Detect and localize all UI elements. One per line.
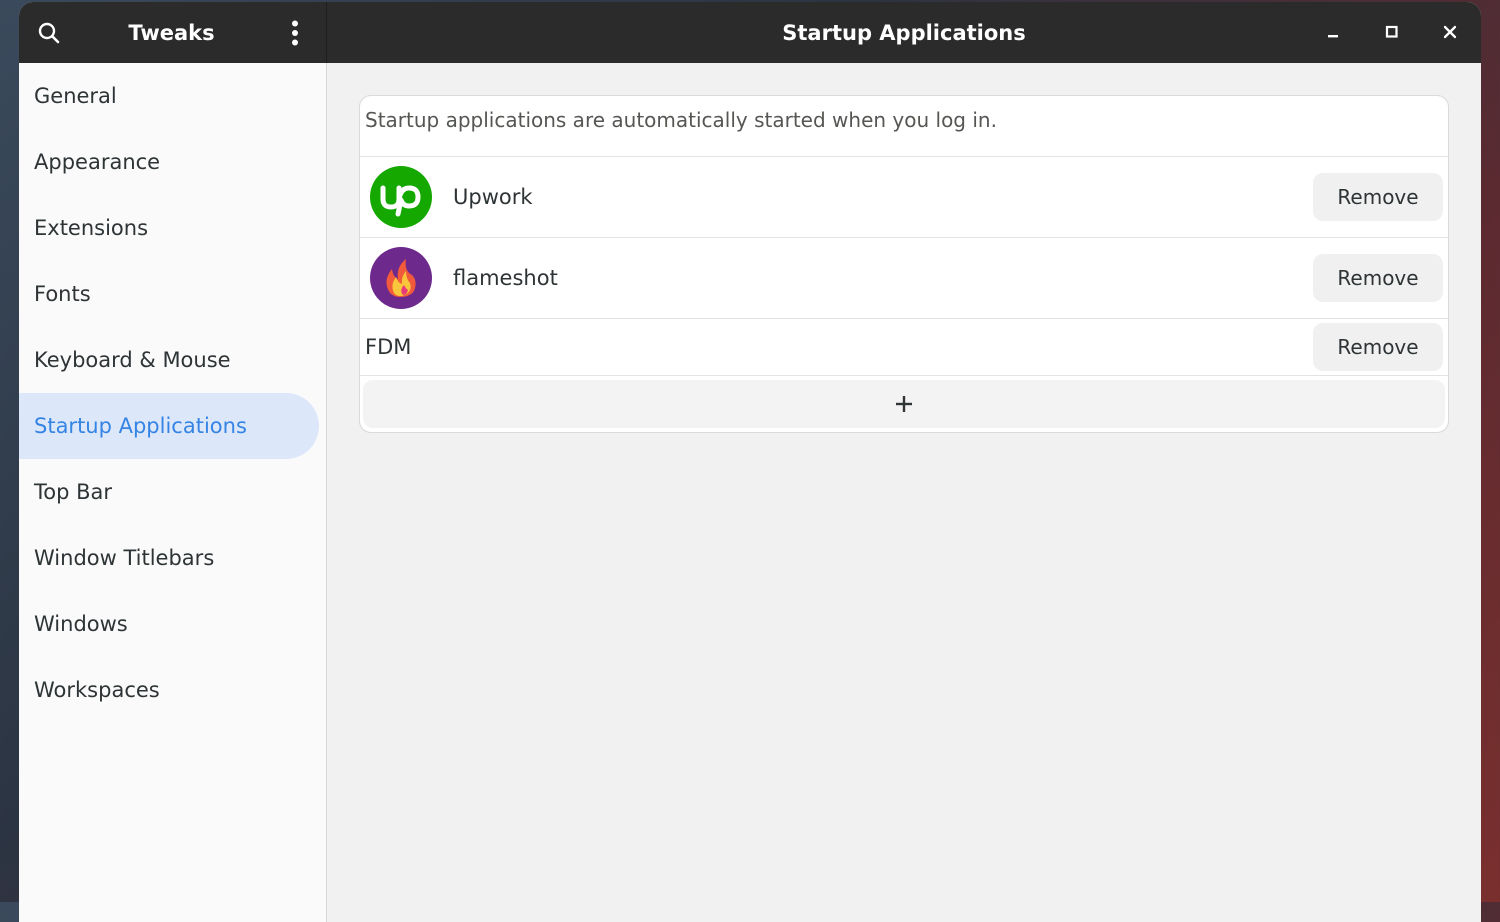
sidebar-item-label: Fonts [34,282,91,306]
sidebar-item-label: Startup Applications [34,414,247,438]
app-row-flameshot: flameshot Remove [360,238,1448,319]
tweaks-window: Tweaks Startup Applications General Appe… [19,2,1481,922]
search-button[interactable] [31,15,67,51]
sidebar-item-label: Top Bar [34,480,113,504]
flameshot-icon [370,247,432,309]
minimize-icon [1328,35,1338,38]
sidebar-item-label: Extensions [34,216,149,240]
search-icon [38,22,60,44]
window-title: Startup Applications [782,20,1026,45]
startup-apps-list: Startup applications are automatically s… [359,95,1449,433]
sidebar-item-label: Window Titlebars [34,546,215,570]
app-row-upwork: Upwork Remove [360,157,1448,238]
maximize-button[interactable] [1374,14,1410,50]
remove-button[interactable]: Remove [1313,254,1443,302]
sidebar-item-window-titlebars[interactable]: Window Titlebars [19,525,326,591]
sidebar: General Appearance Extensions Fonts Keyb… [19,63,327,922]
upwork-icon [370,166,432,228]
sidebar-item-startup-applications[interactable]: Startup Applications [19,393,319,459]
header-bar: Tweaks Startup Applications [19,2,1481,63]
sidebar-item-label: Appearance [34,150,161,174]
sidebar-item-general[interactable]: General [19,63,326,129]
close-button[interactable] [1432,14,1468,50]
vertical-dots-icon [292,20,298,46]
menu-button[interactable] [277,15,313,51]
sidebar-item-appearance[interactable]: Appearance [19,129,326,195]
app-name: Upwork [453,185,533,209]
close-icon [1443,25,1457,39]
sidebar-header: Tweaks [19,2,327,63]
sidebar-item-label: Windows [34,612,128,636]
description-text: Startup applications are automatically s… [360,96,1448,157]
plus-icon [896,396,912,412]
sidebar-item-top-bar[interactable]: Top Bar [19,459,326,525]
minimize-button[interactable] [1315,14,1351,50]
sidebar-item-windows[interactable]: Windows [19,591,326,657]
sidebar-title: Tweaks [128,20,215,45]
maximize-icon [1385,25,1398,38]
app-name: flameshot [453,266,558,290]
remove-button[interactable]: Remove [1313,173,1443,221]
sidebar-item-label: Workspaces [34,678,160,702]
sidebar-item-extensions[interactable]: Extensions [19,195,326,261]
sidebar-item-keyboard-mouse[interactable]: Keyboard & Mouse [19,327,326,393]
main-content: Startup applications are automatically s… [327,63,1481,922]
app-row-fdm: FDM Remove [360,319,1448,376]
add-application-button[interactable] [363,380,1445,428]
remove-button[interactable]: Remove [1313,323,1443,371]
sidebar-item-workspaces[interactable]: Workspaces [19,657,326,723]
sidebar-item-label: General [34,84,117,108]
sidebar-item-label: Keyboard & Mouse [34,348,231,372]
app-name: FDM [365,335,412,359]
sidebar-item-fonts[interactable]: Fonts [19,261,326,327]
